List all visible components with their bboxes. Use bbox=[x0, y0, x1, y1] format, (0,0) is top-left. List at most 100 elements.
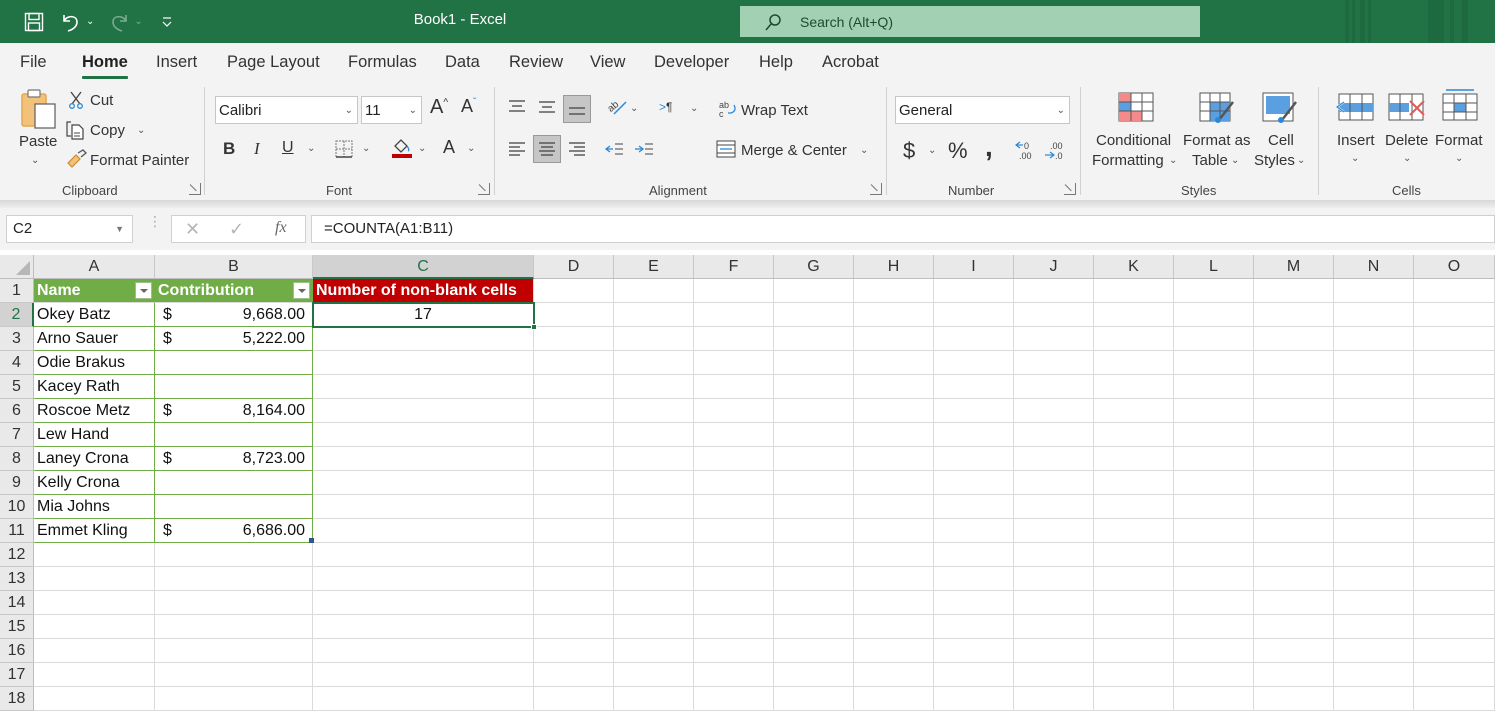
cell-l5[interactable] bbox=[1174, 375, 1254, 399]
format-as-table-button-line2[interactable]: Table bbox=[1192, 152, 1228, 169]
cell-b18[interactable] bbox=[155, 687, 313, 711]
cell-k4[interactable] bbox=[1094, 351, 1174, 375]
cell-m17[interactable] bbox=[1254, 663, 1334, 687]
table-cell-contribution[interactable]: $9,668.00 bbox=[155, 303, 313, 327]
column-header-k[interactable]: K bbox=[1094, 255, 1174, 279]
cell-m2[interactable] bbox=[1254, 303, 1334, 327]
cell-d18[interactable] bbox=[534, 687, 614, 711]
cell-g3[interactable] bbox=[774, 327, 854, 351]
copy-button[interactable]: Copy bbox=[90, 122, 125, 139]
column-header-m[interactable]: M bbox=[1254, 255, 1334, 279]
cell-d11[interactable] bbox=[534, 519, 614, 543]
conditional-formatting-button[interactable]: Conditional bbox=[1096, 132, 1171, 149]
column-header-j[interactable]: J bbox=[1014, 255, 1094, 279]
cell-g7[interactable] bbox=[774, 423, 854, 447]
cell-h13[interactable] bbox=[854, 567, 934, 591]
cell-c9[interactable] bbox=[313, 471, 534, 495]
cell-n17[interactable] bbox=[1334, 663, 1414, 687]
cell-f6[interactable] bbox=[694, 399, 774, 423]
table-cell-contribution[interactable] bbox=[155, 495, 313, 519]
insert-cells-button[interactable]: Insert bbox=[1337, 132, 1375, 149]
cell-o14[interactable] bbox=[1414, 591, 1495, 615]
cell-i3[interactable] bbox=[934, 327, 1014, 351]
cell-j3[interactable] bbox=[1014, 327, 1094, 351]
cell-f15[interactable] bbox=[694, 615, 774, 639]
cell-d9[interactable] bbox=[534, 471, 614, 495]
cell-k5[interactable] bbox=[1094, 375, 1174, 399]
font-color-icon[interactable]: A bbox=[443, 137, 455, 158]
cell-g11[interactable] bbox=[774, 519, 854, 543]
cell-k14[interactable] bbox=[1094, 591, 1174, 615]
cell-h10[interactable] bbox=[854, 495, 934, 519]
cell-a15[interactable] bbox=[34, 615, 155, 639]
cell-f13[interactable] bbox=[694, 567, 774, 591]
cell-l16[interactable] bbox=[1174, 639, 1254, 663]
cell-l9[interactable] bbox=[1174, 471, 1254, 495]
cell-a17[interactable] bbox=[34, 663, 155, 687]
cell-k13[interactable] bbox=[1094, 567, 1174, 591]
table-cell-name[interactable]: Laney Crona bbox=[34, 447, 155, 471]
cell-g4[interactable] bbox=[774, 351, 854, 375]
fill-color-icon[interactable] bbox=[391, 137, 413, 164]
cell-i6[interactable] bbox=[934, 399, 1014, 423]
cell-j9[interactable] bbox=[1014, 471, 1094, 495]
cell-n18[interactable] bbox=[1334, 687, 1414, 711]
cell-i17[interactable] bbox=[934, 663, 1014, 687]
cell-c8[interactable] bbox=[313, 447, 534, 471]
cell-n16[interactable] bbox=[1334, 639, 1414, 663]
format-painter-button[interactable]: Format Painter bbox=[90, 152, 189, 169]
cancel-icon[interactable]: ✕ bbox=[185, 219, 200, 240]
underline-dropdown-icon[interactable]: ⌄ bbox=[307, 143, 315, 154]
filter-dropdown-icon[interactable] bbox=[293, 282, 310, 299]
cell-g10[interactable] bbox=[774, 495, 854, 519]
row-header-2[interactable]: 2 bbox=[0, 303, 34, 327]
cell-g9[interactable] bbox=[774, 471, 854, 495]
tab-insert[interactable]: Insert bbox=[156, 53, 197, 72]
cell-o16[interactable] bbox=[1414, 639, 1495, 663]
cell-d1[interactable] bbox=[534, 279, 614, 303]
cell-n6[interactable] bbox=[1334, 399, 1414, 423]
cell-j17[interactable] bbox=[1014, 663, 1094, 687]
borders-dropdown-icon[interactable]: ⌄ bbox=[362, 143, 370, 154]
cell-e12[interactable] bbox=[614, 543, 694, 567]
cell-f1[interactable] bbox=[694, 279, 774, 303]
cell-m3[interactable] bbox=[1254, 327, 1334, 351]
cell-m9[interactable] bbox=[1254, 471, 1334, 495]
cell-f10[interactable] bbox=[694, 495, 774, 519]
cell-c11[interactable] bbox=[313, 519, 534, 543]
cell-l4[interactable] bbox=[1174, 351, 1254, 375]
cell-m15[interactable] bbox=[1254, 615, 1334, 639]
cell-f7[interactable] bbox=[694, 423, 774, 447]
table-cell-name[interactable]: Kacey Rath bbox=[34, 375, 155, 399]
cell-n3[interactable] bbox=[1334, 327, 1414, 351]
cell-c2[interactable]: 17 bbox=[313, 303, 534, 327]
table-cell-contribution[interactable] bbox=[155, 471, 313, 495]
cell-g1[interactable] bbox=[774, 279, 854, 303]
cell-e18[interactable] bbox=[614, 687, 694, 711]
cell-g17[interactable] bbox=[774, 663, 854, 687]
cell-i4[interactable] bbox=[934, 351, 1014, 375]
tab-file[interactable]: File bbox=[20, 53, 47, 72]
font-color-dropdown-icon[interactable]: ⌄ bbox=[467, 143, 475, 154]
paste-dropdown-icon[interactable]: ⌄ bbox=[31, 155, 39, 166]
cell-g12[interactable] bbox=[774, 543, 854, 567]
cell-e15[interactable] bbox=[614, 615, 694, 639]
cell-d10[interactable] bbox=[534, 495, 614, 519]
fill-handle[interactable] bbox=[531, 324, 537, 330]
cell-o4[interactable] bbox=[1414, 351, 1495, 375]
table-cell-name[interactable]: Mia Johns bbox=[34, 495, 155, 519]
bold-button[interactable]: B bbox=[223, 139, 235, 159]
formula-input[interactable]: =COUNTA(A1:B11) bbox=[311, 215, 1495, 243]
cell-e1[interactable] bbox=[614, 279, 694, 303]
cell-h16[interactable] bbox=[854, 639, 934, 663]
cell-a13[interactable] bbox=[34, 567, 155, 591]
column-header-c[interactable]: C bbox=[313, 255, 534, 279]
paste-icon[interactable] bbox=[20, 88, 58, 135]
cell-c6[interactable] bbox=[313, 399, 534, 423]
cell-j16[interactable] bbox=[1014, 639, 1094, 663]
cell-g5[interactable] bbox=[774, 375, 854, 399]
cell-j4[interactable] bbox=[1014, 351, 1094, 375]
cell-h8[interactable] bbox=[854, 447, 934, 471]
font-size-dropdown[interactable]: 11 ⌄ bbox=[361, 96, 422, 124]
cell-n10[interactable] bbox=[1334, 495, 1414, 519]
